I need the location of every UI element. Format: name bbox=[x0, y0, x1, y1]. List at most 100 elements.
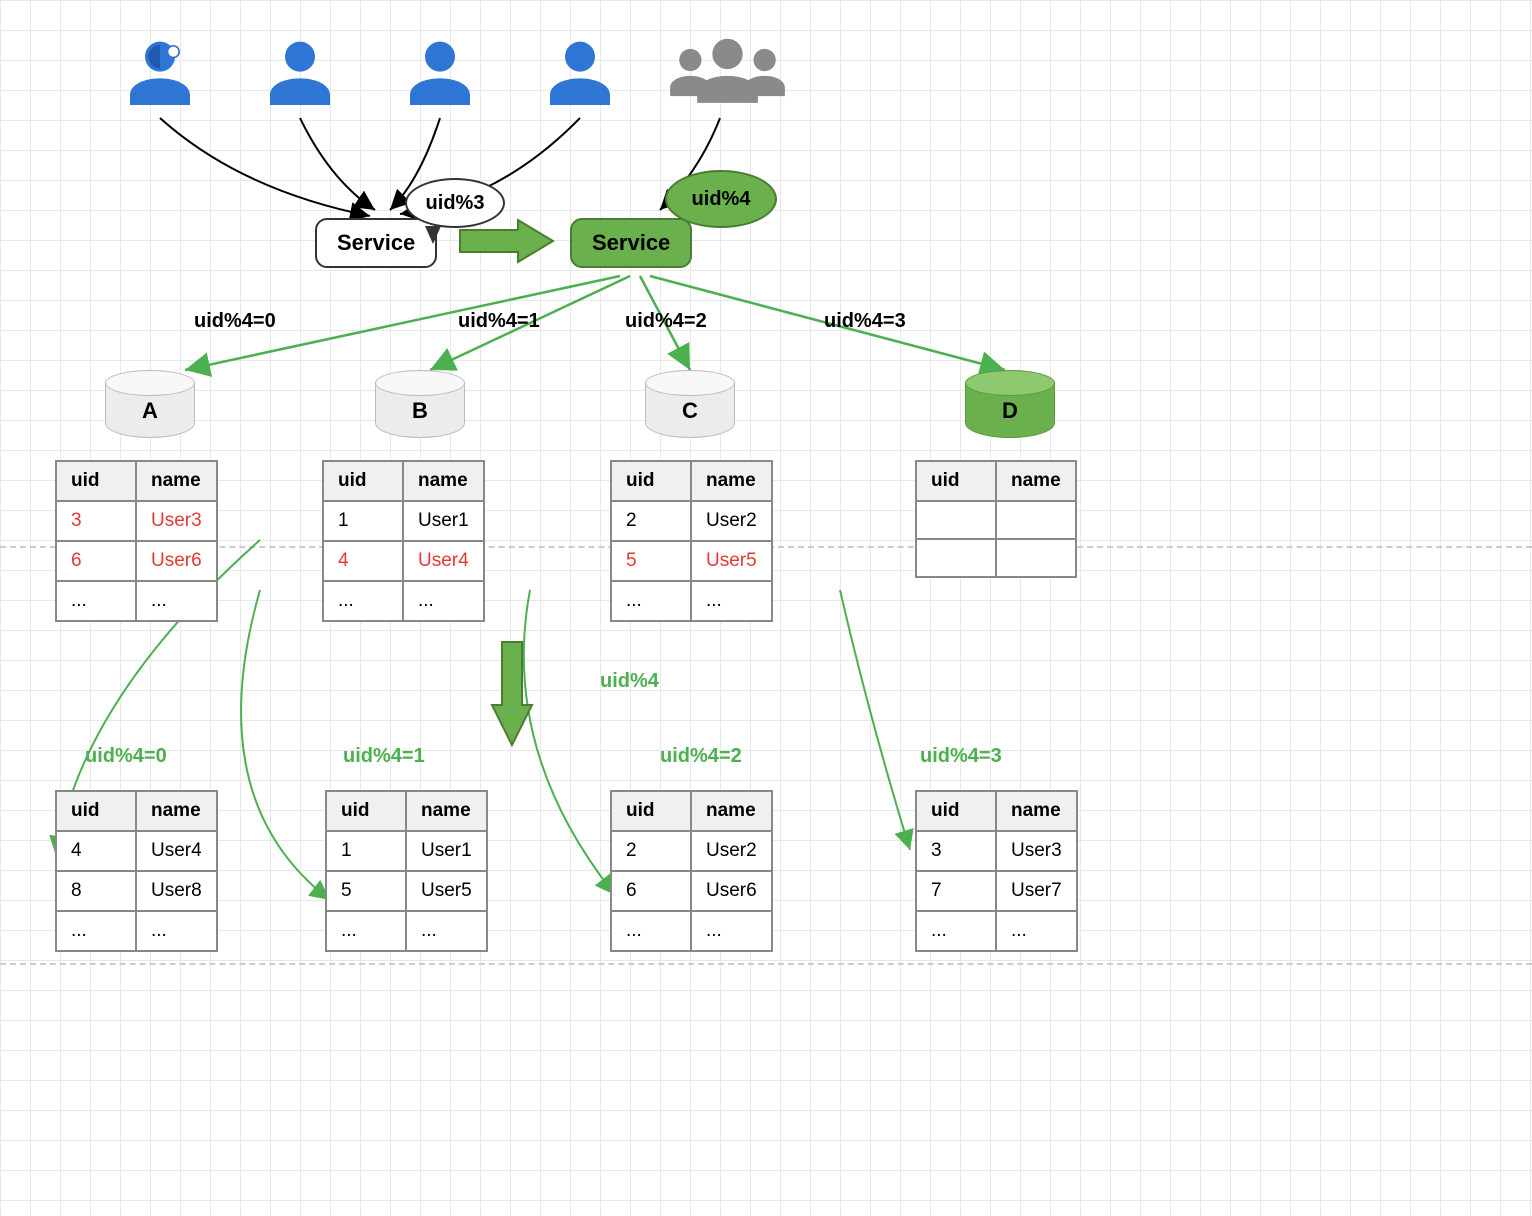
cell bbox=[916, 539, 996, 577]
cell: 2 bbox=[611, 831, 691, 871]
cell: User2 bbox=[691, 831, 772, 871]
table-result-0: uidname4User48User8...... bbox=[55, 790, 218, 952]
dashed-divider bbox=[0, 963, 1532, 965]
database-cylinder: C bbox=[645, 370, 735, 440]
cell: ... bbox=[56, 911, 136, 951]
database-cylinder: A bbox=[105, 370, 195, 440]
table-row: 3User3 bbox=[916, 831, 1077, 871]
cell: ... bbox=[611, 581, 691, 621]
cell: User4 bbox=[403, 541, 484, 581]
cell: 6 bbox=[56, 541, 136, 581]
cell: ... bbox=[403, 581, 484, 621]
bottom-branch-label: uid%4=1 bbox=[343, 745, 425, 768]
cell: User8 bbox=[136, 871, 217, 911]
col-header: name bbox=[996, 791, 1077, 831]
table-row: ...... bbox=[56, 911, 217, 951]
table-result-2: uidname2User26User6...... bbox=[610, 790, 773, 952]
cyl-label: C bbox=[682, 398, 698, 424]
table-row: 6User6 bbox=[56, 541, 217, 581]
col-header: uid bbox=[56, 461, 136, 501]
table-row: ...... bbox=[326, 911, 487, 951]
col-header: name bbox=[996, 461, 1076, 501]
user-icon bbox=[260, 35, 340, 120]
table-a: uidname3User36User6...... bbox=[55, 460, 218, 622]
migration-label: uid%4 bbox=[600, 670, 659, 693]
bubble-text: uid%3 bbox=[426, 192, 485, 215]
col-header: name bbox=[691, 791, 772, 831]
table-result-1: uidname1User15User5...... bbox=[325, 790, 488, 952]
table-row: 2User2 bbox=[611, 501, 772, 541]
cell: ... bbox=[326, 911, 406, 951]
table-row: 1User1 bbox=[323, 501, 484, 541]
cell: User1 bbox=[406, 831, 487, 871]
arrow-down-icon bbox=[490, 640, 534, 755]
service-label: Service bbox=[592, 230, 670, 255]
cell: User5 bbox=[406, 871, 487, 911]
arrow-right-icon bbox=[458, 218, 558, 269]
cell: 3 bbox=[56, 501, 136, 541]
table-row: 5User5 bbox=[326, 871, 487, 911]
cell bbox=[916, 501, 996, 539]
database-cylinder: B bbox=[375, 370, 465, 440]
bottom-branch-label: uid%4=3 bbox=[920, 745, 1002, 768]
service-bubble-right: uid%4 bbox=[665, 170, 777, 228]
branch-label: uid%4=1 bbox=[458, 310, 540, 333]
table-c: uidname2User25User5...... bbox=[610, 460, 773, 622]
database-cylinder-new: D bbox=[965, 370, 1055, 440]
cell: 1 bbox=[323, 501, 403, 541]
table-row: 1User1 bbox=[326, 831, 487, 871]
col-header: uid bbox=[326, 791, 406, 831]
cell: ... bbox=[406, 911, 487, 951]
table-b: uidname1User14User4...... bbox=[322, 460, 485, 622]
cell: 4 bbox=[56, 831, 136, 871]
user-icon bbox=[540, 35, 620, 120]
cell: ... bbox=[136, 911, 217, 951]
cell: User3 bbox=[136, 501, 217, 541]
col-header: name bbox=[136, 791, 217, 831]
bottom-branch-label: uid%4=2 bbox=[660, 745, 742, 768]
cell: User1 bbox=[403, 501, 484, 541]
table-d: uidname bbox=[915, 460, 1077, 578]
cell: 5 bbox=[326, 871, 406, 911]
cell: ... bbox=[56, 581, 136, 621]
cell bbox=[996, 539, 1076, 577]
col-header: name bbox=[136, 461, 217, 501]
table-row: 8User8 bbox=[56, 871, 217, 911]
table-row: ...... bbox=[323, 581, 484, 621]
cyl-label: A bbox=[142, 398, 158, 424]
cell: ... bbox=[691, 911, 772, 951]
cyl-label: B bbox=[412, 398, 428, 424]
col-header: uid bbox=[56, 791, 136, 831]
cell: 1 bbox=[326, 831, 406, 871]
cell: ... bbox=[611, 911, 691, 951]
branch-label: uid%4=3 bbox=[824, 310, 906, 333]
cell: User3 bbox=[996, 831, 1077, 871]
table-row: 7User7 bbox=[916, 871, 1077, 911]
col-header: uid bbox=[323, 461, 403, 501]
cell: User7 bbox=[996, 871, 1077, 911]
table-row: ...... bbox=[56, 581, 217, 621]
cell: ... bbox=[996, 911, 1077, 951]
cell: 7 bbox=[916, 871, 996, 911]
cell: ... bbox=[323, 581, 403, 621]
cell: 8 bbox=[56, 871, 136, 911]
col-header: uid bbox=[916, 791, 996, 831]
col-header: uid bbox=[916, 461, 996, 501]
table-row: 2User2 bbox=[611, 831, 772, 871]
bubble-text: uid%4 bbox=[692, 188, 751, 211]
col-header: uid bbox=[611, 791, 691, 831]
cell: 6 bbox=[611, 871, 691, 911]
cell: User2 bbox=[691, 501, 772, 541]
cell: User6 bbox=[691, 871, 772, 911]
table-result-3: uidname3User37User7...... bbox=[915, 790, 1078, 952]
cell: 5 bbox=[611, 541, 691, 581]
branch-label: uid%4=2 bbox=[625, 310, 707, 333]
cell: ... bbox=[136, 581, 217, 621]
cell: ... bbox=[691, 581, 772, 621]
user-icon bbox=[120, 35, 200, 120]
cell: ... bbox=[916, 911, 996, 951]
table-row: 3User3 bbox=[56, 501, 217, 541]
cell: 4 bbox=[323, 541, 403, 581]
table-row: ...... bbox=[916, 911, 1077, 951]
table-row: 5User5 bbox=[611, 541, 772, 581]
